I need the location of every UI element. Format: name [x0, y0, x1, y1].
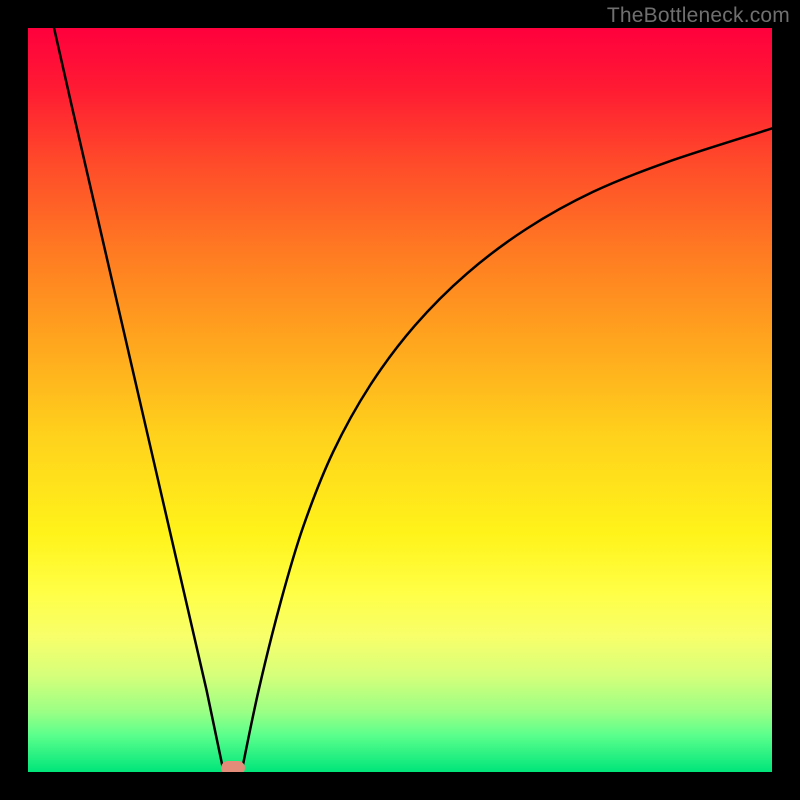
- plot-area: [28, 28, 772, 772]
- min-marker: [221, 761, 245, 772]
- chart-frame: TheBottleneck.com: [0, 0, 800, 800]
- curve-layer: [28, 28, 772, 772]
- watermark-text: TheBottleneck.com: [607, 4, 790, 28]
- curve-right-branch: [242, 128, 772, 772]
- curve-left-branch: [54, 28, 224, 772]
